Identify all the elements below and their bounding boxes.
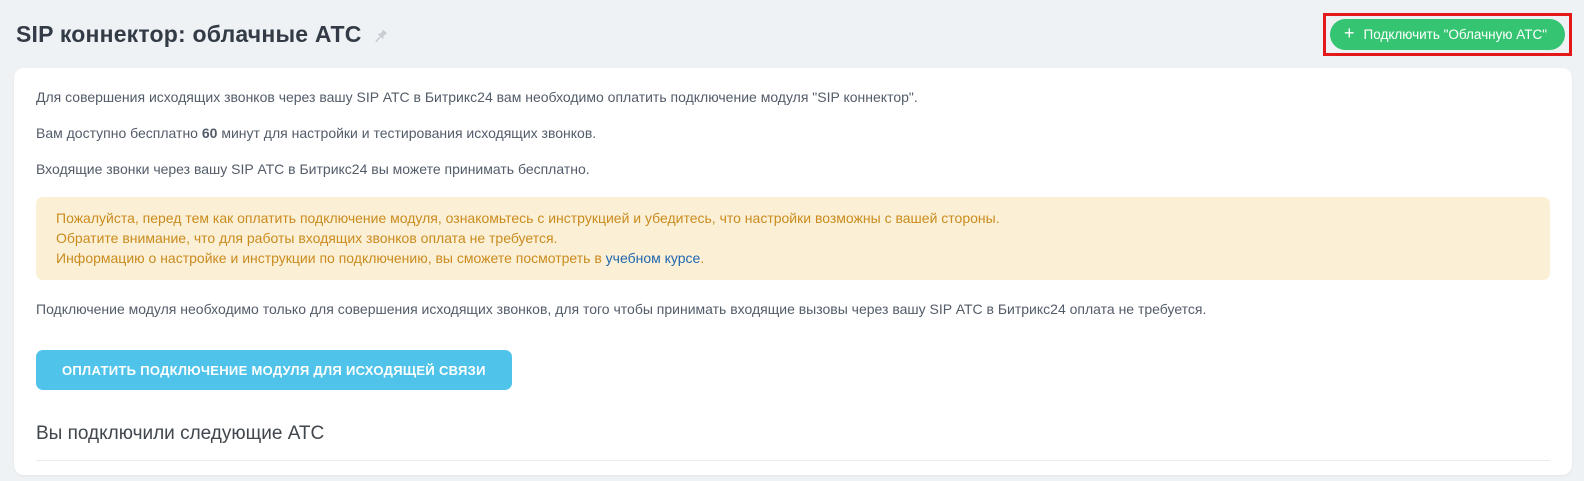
warning-line-course: Информацию о настройке и инструкции по п… (56, 248, 1530, 268)
warning-course-text-after: . (700, 250, 705, 266)
free-minutes-text-before: Вам доступно бесплатно (36, 125, 202, 141)
pay-module-button[interactable]: ОПЛАТИТЬ ПОДКЛЮЧЕНИЕ МОДУЛЯ ДЛЯ ИСХОДЯЩЕ… (36, 350, 512, 390)
pin-icon[interactable] (372, 28, 389, 45)
warning-box: Пожалуйста, перед тем как оплатить подкл… (36, 197, 1550, 280)
connected-pbx-heading: Вы подключили следующие АТС (36, 423, 325, 444)
page-header: SIP коннектор: облачные АТС + Подключить… (14, 0, 1572, 68)
paragraph-module-only-outgoing: Подключение модуля необходимо только для… (36, 301, 1207, 317)
connect-cloud-pbx-button-label: Подключить "Облачную АТС" (1363, 26, 1547, 42)
divider (36, 460, 1550, 461)
title-wrap: SIP коннектор: облачные АТС (14, 21, 389, 48)
free-minutes-value: 60 (201, 125, 218, 141)
warning-course-text-before: Информацию о настройке и инструкции по п… (56, 250, 606, 266)
red-highlight-box: + Подключить "Облачную АТС" (1323, 12, 1572, 56)
training-course-link[interactable]: учебном курсе (606, 250, 701, 266)
plus-icon: + (1344, 23, 1355, 43)
warning-line-instruction: Пожалуйста, перед тем как оплатить подкл… (56, 210, 1000, 226)
sip-connector-page: SIP коннектор: облачные АТС + Подключить… (0, 0, 1584, 475)
warning-line-incoming: Обратите внимание, что для работы входящ… (56, 230, 558, 246)
page-title: SIP коннектор: облачные АТС (16, 20, 362, 47)
paragraph-pay-module: Для совершения исходящих звонков через в… (36, 89, 918, 105)
paragraph-free-minutes: Вам доступно бесплатно 60 минут для наст… (36, 124, 1550, 143)
paragraph-incoming-free: Входящие звонки через вашу SIP АТС в Бит… (36, 161, 590, 177)
connect-cloud-pbx-button[interactable]: + Подключить "Облачную АТС" (1330, 18, 1565, 50)
sip-connector-card: Для совершения исходящих звонков через в… (14, 68, 1572, 475)
free-minutes-text-after: минут для настройки и тестирования исход… (217, 125, 597, 141)
